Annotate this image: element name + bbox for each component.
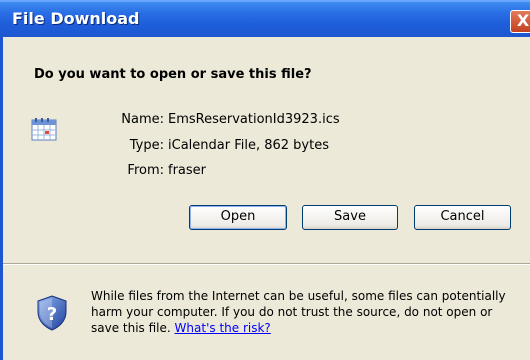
whats-the-risk-link[interactable]: What's the risk? xyxy=(175,321,271,335)
warning-text: While files from the Internet can be use… xyxy=(91,289,506,335)
save-button[interactable]: Save xyxy=(302,205,398,230)
title-bar[interactable]: File Download X xyxy=(0,0,530,37)
calendar-file-icon xyxy=(31,118,57,141)
open-button[interactable]: Open xyxy=(189,205,287,230)
cancel-button[interactable]: Cancel xyxy=(414,205,511,230)
shield-question-icon: ? xyxy=(37,295,67,331)
file-name-label: Name: xyxy=(121,112,164,127)
file-from-label: From: xyxy=(127,163,164,178)
security-warning: While files from the Internet can be use… xyxy=(91,288,521,336)
file-type-label: Type: xyxy=(129,138,164,153)
file-name-value: EmsReservationId3923.ics xyxy=(168,112,340,127)
dialog-question: Do you want to open or save this file? xyxy=(34,67,312,82)
close-button[interactable]: X xyxy=(510,10,530,33)
close-icon: X xyxy=(516,11,530,30)
window-title: File Download xyxy=(12,9,140,28)
file-type-value: iCalendar File, 862 bytes xyxy=(168,138,329,153)
file-from-value: fraser xyxy=(168,163,207,178)
svg-text:?: ? xyxy=(47,304,57,325)
